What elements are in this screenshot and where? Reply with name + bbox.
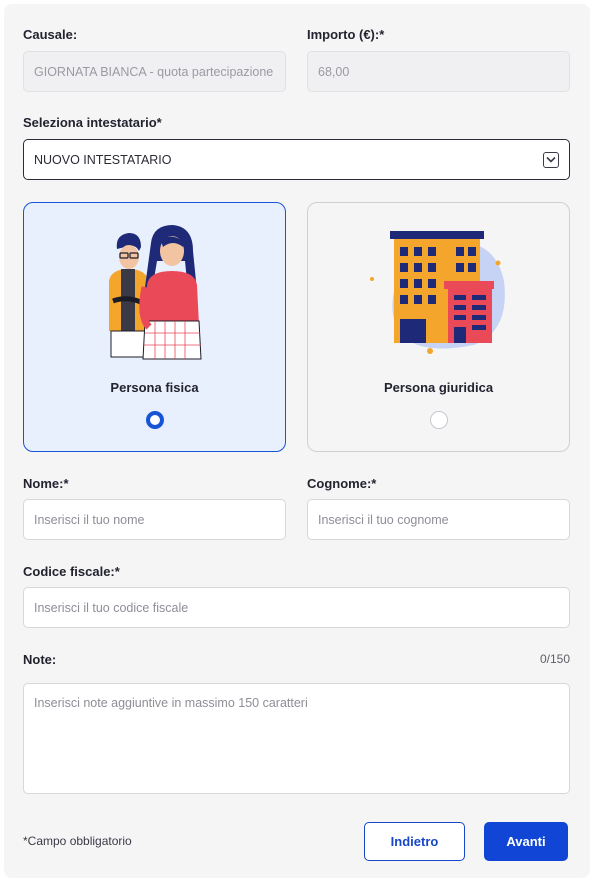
cognome-label: Cognome:*: [307, 476, 377, 491]
people-illustration-icon: [108, 225, 202, 360]
card-persona-fisica[interactable]: Persona fisica: [23, 202, 286, 452]
card-title: Persona fisica: [110, 380, 199, 395]
radio-persona-fisica[interactable]: [145, 411, 164, 429]
back-button[interactable]: Indietro: [364, 822, 465, 861]
codice-fiscale-input[interactable]: [23, 587, 570, 628]
card-title: Persona giuridica: [383, 380, 494, 395]
card-persona-giuridica[interactable]: Persona giuridica: [307, 202, 570, 452]
importo-field: [307, 51, 570, 92]
intestatario-select[interactable]: NUOVO INTESTATARIO: [23, 139, 570, 180]
codice-fiscale-label: Codice fiscale:*: [23, 564, 120, 579]
chevron-down-icon: [543, 151, 559, 168]
causale-field: [23, 51, 286, 92]
intestatario-label: Seleziona intestatario*: [23, 115, 162, 130]
causale-label: Causale:: [23, 27, 78, 42]
cognome-input[interactable]: [307, 499, 570, 540]
note-label: Note:: [23, 652, 57, 667]
intestatario-selected-value: NUOVO INTESTATARIO: [34, 152, 172, 167]
note-textarea[interactable]: [23, 683, 570, 794]
building-illustration-icon: [369, 231, 505, 354]
note-char-counter: 0/150: [539, 652, 570, 666]
nome-input[interactable]: [23, 499, 286, 540]
required-field-note: *Campo obbligatorio: [23, 834, 132, 848]
importo-label: Importo (€):*: [307, 27, 385, 42]
nome-label: Nome:*: [23, 476, 69, 491]
next-button[interactable]: Avanti: [484, 822, 568, 861]
radio-persona-giuridica[interactable]: [429, 411, 448, 429]
